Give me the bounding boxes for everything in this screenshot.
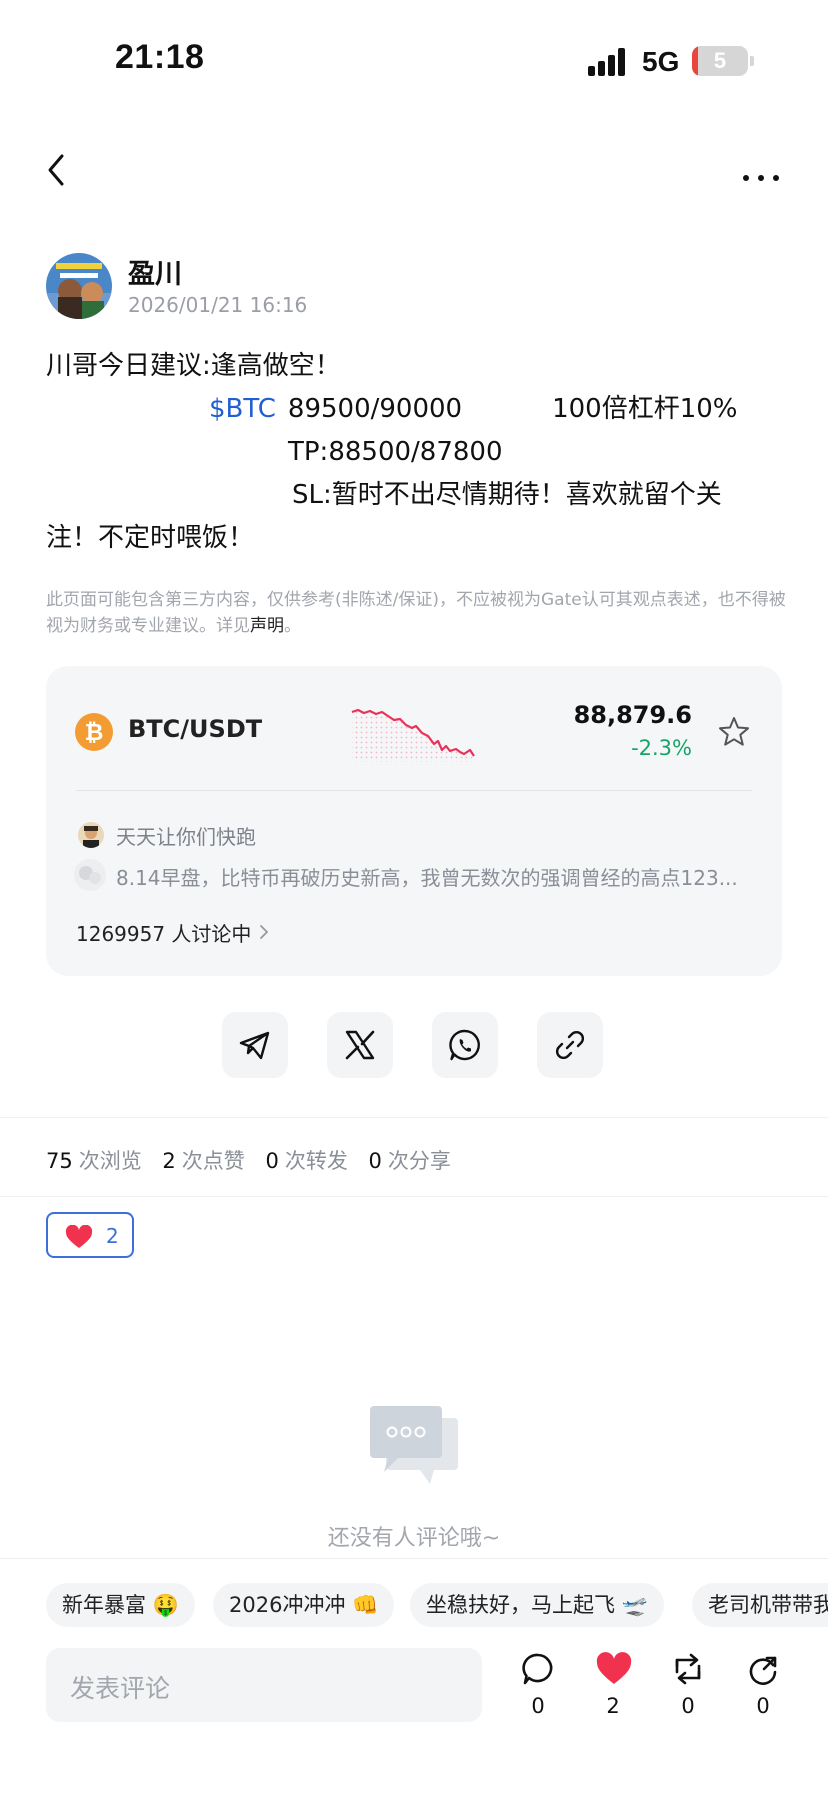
- share-link-button[interactable]: [537, 1012, 603, 1078]
- related-post-text[interactable]: 8.14早盘，比特币再破历史新高，我曾无数次的强调曾经的高点123...: [116, 862, 746, 891]
- related-user-name[interactable]: 天天让你们快跑: [116, 821, 256, 850]
- chevron-left-icon: [48, 154, 64, 186]
- comment-placeholder: 发表评论: [70, 1674, 171, 1703]
- link-icon: [556, 1031, 584, 1059]
- star-icon: [719, 717, 749, 746]
- reaction-count: 2: [106, 1224, 119, 1248]
- related-user-avatar: [78, 822, 104, 848]
- disclaimer-text: 此页面可能包含第三方内容，仅供参考(非陈述/保证)，不应被视为Gate认可其观点…: [46, 590, 786, 636]
- views-label: 次浏览: [78, 1149, 142, 1173]
- post-line: $BTC 89500/90000 100倍杠杆10%: [46, 388, 786, 431]
- price: 88,879.6: [573, 701, 692, 729]
- like-count: 2: [606, 1694, 620, 1718]
- sparkline-chart: [351, 708, 475, 762]
- bitcoin-icon: ₿: [75, 713, 113, 751]
- tag-chip[interactable]: 2026冲冲冲 👊: [213, 1583, 395, 1627]
- shares-count: 0: [368, 1149, 382, 1173]
- share-whatsapp-button[interactable]: [432, 1012, 498, 1078]
- telegram-icon: [239, 1031, 270, 1060]
- reposts-label: 次转发: [284, 1149, 348, 1173]
- market-card[interactable]: ₿ BTC/USDT 88,879.6 -2.3% 天天让你们快跑 8.14早盘…: [46, 666, 782, 976]
- share-x-button[interactable]: [327, 1012, 393, 1078]
- post-time: 2026/01/21 16:16: [128, 293, 308, 317]
- whatsapp-icon: [449, 1029, 480, 1061]
- empty-comments-icon: [370, 1406, 458, 1484]
- top-nav: [0, 140, 828, 200]
- post-line: 注！不定时喂饭！: [46, 523, 255, 553]
- ticker-link[interactable]: $BTC: [209, 394, 276, 424]
- disclaimer-link[interactable]: 声明: [250, 616, 284, 636]
- discussion-count[interactable]: 1269957 人讨论中: [76, 918, 251, 947]
- battery-tip: [750, 56, 754, 66]
- post-line: SL:暂时不出尽情期待！喜欢就留个关: [46, 474, 786, 517]
- comment-button[interactable]: 0: [513, 1652, 563, 1724]
- heart-icon: [65, 1225, 93, 1248]
- empty-comments-text: 还没有人评论哦~: [327, 1526, 501, 1551]
- author-name[interactable]: 盈川: [128, 252, 182, 291]
- more-icon: [743, 175, 779, 181]
- disclaimer-end: 。: [284, 616, 301, 636]
- comment-count: 0: [531, 1694, 545, 1718]
- views-count: 75: [46, 1149, 73, 1173]
- battery-level: 5: [713, 48, 727, 73]
- post-stats: 75 次浏览 2 次点赞 0 次转发 0 次分享: [46, 1145, 465, 1175]
- tag-chip[interactable]: 新年暴富 🤑: [46, 1583, 195, 1627]
- signal-icon: [588, 48, 630, 76]
- repost-button[interactable]: 0: [663, 1652, 713, 1724]
- repost-icon: [675, 1653, 701, 1685]
- likes-count: 2: [162, 1149, 176, 1173]
- trading-pair[interactable]: BTC/USDT: [128, 715, 262, 743]
- chevron-right-icon: [260, 925, 269, 939]
- tag-chip[interactable]: 坐稳扶好，马上起飞 🛫: [410, 1583, 664, 1627]
- post-line: TP:88500/87800: [46, 431, 786, 474]
- likes-label: 次点赞: [181, 1149, 245, 1173]
- stop-loss: SL:暂时不出尽情期待！喜欢就留个关: [292, 480, 722, 510]
- comment-icon: [522, 1653, 553, 1685]
- back-button[interactable]: [38, 148, 78, 192]
- author-avatar[interactable]: [46, 253, 112, 319]
- favorite-button[interactable]: [716, 714, 752, 750]
- share-count: 0: [756, 1694, 770, 1718]
- share-telegram-button[interactable]: [222, 1012, 288, 1078]
- repost-count: 0: [681, 1694, 695, 1718]
- shares-label: 次分享: [387, 1149, 451, 1173]
- post-line: 川哥今日建议:逢高做空！: [46, 351, 341, 381]
- share-button[interactable]: 0: [738, 1652, 788, 1724]
- share-arrow-icon: [749, 1656, 777, 1685]
- take-profit: TP:88500/87800: [288, 437, 503, 467]
- entry-range: 89500/90000: [287, 394, 463, 424]
- comment-input[interactable]: 发表评论: [46, 1648, 482, 1722]
- x-icon: [345, 1030, 375, 1060]
- reaction-chip[interactable]: 2: [46, 1212, 134, 1258]
- tag-chip[interactable]: 老司机带带我: [692, 1583, 828, 1627]
- post-content: 川哥今日建议:逢高做空！ $BTC 89500/90000 100倍杠杆10% TP…: [46, 345, 786, 560]
- section-divider: [0, 1196, 828, 1197]
- card-divider: [76, 790, 752, 791]
- section-divider: [0, 1117, 828, 1118]
- status-time: 21:18: [115, 38, 205, 76]
- heart-icon: [596, 1652, 632, 1684]
- network-type: 5G: [642, 46, 680, 77]
- reposts-count: 0: [265, 1149, 279, 1173]
- price-change: -2.3%: [631, 736, 692, 760]
- leverage: 100倍杠杆10%: [552, 394, 738, 424]
- quick-tags: 新年暴富 🤑 2026冲冲冲 👊 坐稳扶好，马上起飞 🛫 老司机带带我: [0, 1558, 828, 1648]
- status-bar: 21:18 5G 5: [0, 0, 828, 120]
- battery-icon: 5: [692, 46, 748, 76]
- more-button[interactable]: [736, 148, 786, 192]
- related-post-thumbnail: [74, 859, 106, 891]
- disclaimer: 此页面可能包含第三方内容，仅供参考(非陈述/保证)，不应被视为Gate认可其观点…: [46, 587, 786, 639]
- like-button[interactable]: 2: [588, 1652, 638, 1724]
